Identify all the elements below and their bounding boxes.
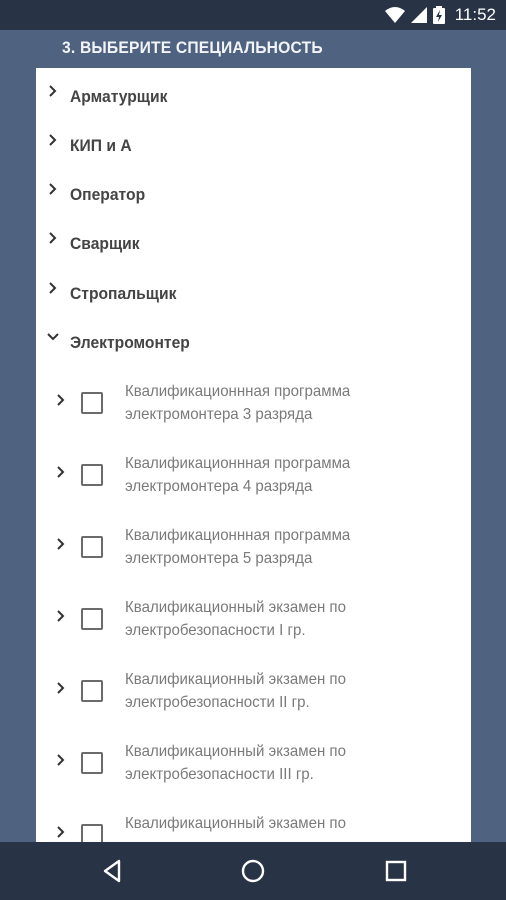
category-item-svarshchik[interactable]: Сварщик bbox=[36, 218, 471, 267]
category-label: КИП и А bbox=[70, 136, 132, 155]
chevron-right-icon[interactable] bbox=[54, 465, 68, 479]
category-item-elektromonter[interactable]: Электромонтер bbox=[36, 317, 471, 366]
chevron-right-icon[interactable] bbox=[54, 393, 68, 407]
chevron-right-icon[interactable] bbox=[54, 753, 68, 767]
chevron-right-icon[interactable] bbox=[54, 825, 68, 839]
category-label: Арматурщик bbox=[70, 87, 168, 106]
checkbox[interactable] bbox=[81, 392, 103, 414]
category-label: Оператор bbox=[70, 185, 146, 204]
navigation-bar bbox=[0, 842, 506, 900]
category-item-armaturshchik[interactable]: Арматурщик bbox=[36, 71, 471, 120]
category-label: Сварщик bbox=[70, 234, 140, 253]
chevron-right-icon[interactable] bbox=[54, 681, 68, 695]
home-icon[interactable] bbox=[238, 856, 268, 886]
checkbox[interactable] bbox=[81, 824, 103, 842]
chevron-right-icon bbox=[49, 134, 57, 146]
list-item-label: Квалификационный экзамен по электробезоп… bbox=[125, 599, 346, 639]
chevron-right-icon[interactable] bbox=[54, 537, 68, 551]
chevron-right-icon[interactable] bbox=[54, 609, 68, 623]
category-label: Стропальщик bbox=[70, 284, 177, 303]
checkbox[interactable] bbox=[81, 680, 103, 702]
list-item[interactable]: Квалификационнная программа электромонте… bbox=[36, 371, 471, 443]
battery-icon bbox=[432, 6, 445, 24]
list-item[interactable]: Квалификационнная программа электромонте… bbox=[36, 443, 471, 515]
list-item[interactable]: Квалификационный экзамен по электробезоп… bbox=[36, 731, 471, 803]
list-item[interactable]: Квалификационнная программа электромонте… bbox=[36, 515, 471, 587]
chevron-down-icon bbox=[47, 333, 59, 341]
list-item-label: Квалификационнная программа электромонте… bbox=[125, 527, 351, 567]
wifi-icon bbox=[384, 7, 405, 23]
recents-icon[interactable] bbox=[381, 856, 411, 886]
list-item-label: Квалификационнная программа электромонте… bbox=[125, 383, 351, 423]
chevron-right-icon bbox=[49, 282, 57, 294]
category-item-stropalshchik[interactable]: Стропальщик bbox=[36, 268, 471, 317]
checkbox[interactable] bbox=[81, 752, 103, 774]
list-item-label: Квалификационнная программа электромонте… bbox=[125, 455, 351, 495]
list-item-label: Квалификационный экзамен по bbox=[125, 815, 346, 832]
signal-icon bbox=[410, 7, 427, 23]
checkbox[interactable] bbox=[81, 536, 103, 558]
chevron-right-icon bbox=[49, 232, 57, 244]
page-title: 3. ВЫБЕРИТЕ СПЕЦИАЛЬНОСТЬ bbox=[62, 38, 323, 57]
back-icon[interactable] bbox=[97, 856, 127, 886]
list-item-label: Квалификационный экзамен по электробезоп… bbox=[125, 743, 346, 783]
list-item[interactable]: Квалификационный экзамен по электробезоп… bbox=[36, 587, 471, 659]
status-bar: 11:52 bbox=[0, 0, 506, 30]
category-item-operator[interactable]: Оператор bbox=[36, 169, 471, 218]
clock: 11:52 bbox=[454, 5, 496, 24]
header: 3. ВЫБЕРИТЕ СПЕЦИАЛЬНОСТЬ bbox=[0, 30, 506, 68]
list-item[interactable]: Квалификационный экзамен по bbox=[36, 803, 471, 842]
specialty-list: Арматурщик КИП и А Оператор Сварщик Стро… bbox=[36, 68, 471, 842]
checkbox[interactable] bbox=[81, 608, 103, 630]
list-item[interactable]: Квалификационный экзамен по электробезоп… bbox=[36, 659, 471, 731]
checkbox[interactable] bbox=[81, 464, 103, 486]
category-item-kip[interactable]: КИП и А bbox=[36, 120, 471, 169]
chevron-right-icon bbox=[49, 85, 57, 97]
list-item-label: Квалификационный экзамен по электробезоп… bbox=[125, 671, 346, 711]
chevron-right-icon bbox=[49, 183, 57, 195]
category-label: Электромонтер bbox=[70, 333, 190, 352]
